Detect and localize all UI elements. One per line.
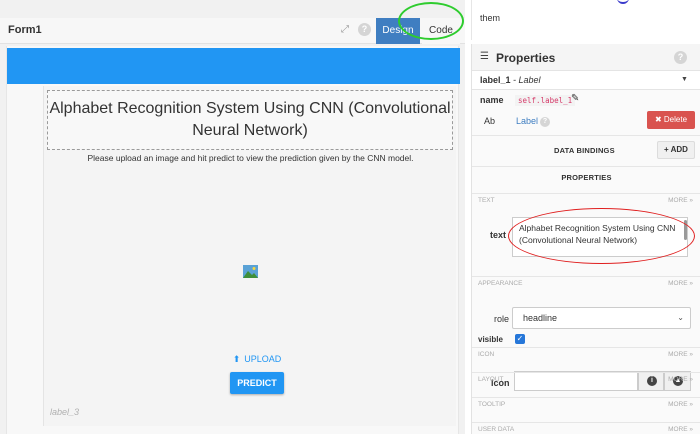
chevron-down-icon: ⌄ [677, 313, 684, 322]
role-select[interactable]: headline ⌄ [512, 307, 691, 329]
delete-button[interactable]: ✖ Delete [647, 111, 695, 129]
visible-label: visible [478, 335, 503, 344]
red-annotation-circle [508, 208, 695, 264]
properties-title: Properties [496, 51, 556, 65]
top-strip: them [471, 0, 700, 40]
name-label: name [480, 95, 504, 105]
form-header: Form1 ⤢ ? Design Code [0, 18, 465, 44]
properties-heading: PROPERTIES [472, 166, 700, 188]
upload-label: UPLOAD [244, 354, 282, 364]
headline-text: Alphabet Recognition System Using CNN (C… [49, 100, 451, 139]
headline-label-box[interactable]: Alphabet Recognition System Using CNN (C… [47, 90, 453, 150]
blue-annotation-mark [617, 0, 629, 4]
section-appearance[interactable]: APPEARANCE MORE » [472, 276, 700, 290]
chevron-down-icon: ▼ [681, 76, 688, 83]
properties-panel: ☰ Properties ? label_1 - Label ▼ name se… [471, 44, 700, 434]
help-icon[interactable]: ? [358, 23, 371, 36]
name-value[interactable]: self.label_1 [515, 95, 576, 106]
image-placeholder-icon[interactable] [243, 265, 258, 278]
role-value: headline [523, 313, 558, 323]
more-link[interactable]: MORE » [668, 197, 693, 204]
predict-button[interactable]: PREDICT [230, 372, 284, 394]
form-designer: Form1 ⤢ ? Design Code Alphabet Recogniti… [0, 0, 465, 434]
top-strip-text: them [480, 13, 501, 23]
form-title: Form1 [8, 24, 42, 36]
app-header-bar[interactable] [7, 48, 460, 84]
role-label: role [494, 314, 510, 324]
pencil-icon[interactable]: ✎ [571, 93, 579, 104]
text-field-label: text [490, 230, 507, 240]
properties-help-icon[interactable]: ? [674, 51, 687, 64]
section-tooltip[interactable]: TOOLTIP MORE » [472, 397, 700, 411]
component-type-icon: Ab [484, 116, 496, 126]
instruction-text[interactable]: Please upload an image and hit predict t… [44, 153, 457, 163]
section-icon[interactable]: ICON MORE » [472, 347, 700, 361]
section-layout[interactable]: LAYOUT MORE » [472, 372, 700, 386]
form-canvas: Alphabet Recognition System Using CNN (C… [6, 46, 460, 434]
label-help-icon[interactable]: ? [540, 117, 550, 127]
more-link[interactable]: MORE » [668, 280, 693, 287]
properties-header: ☰ Properties ? [472, 44, 700, 70]
upload-icon: ⬆ [232, 354, 241, 364]
sliders-icon: ☰ [480, 51, 489, 62]
more-link[interactable]: MORE » [668, 376, 693, 383]
upload-button[interactable]: ⬆ UPLOAD [227, 352, 287, 366]
component-name: label_1 - Label [480, 75, 541, 85]
add-binding-button[interactable]: + ADD [657, 141, 695, 159]
more-link[interactable]: MORE » [668, 351, 693, 358]
data-bindings-row: DATA BINDINGS + ADD [472, 135, 700, 163]
section-text[interactable]: TEXT MORE » [472, 193, 700, 207]
more-link[interactable]: MORE » [668, 426, 693, 433]
label-doc-link[interactable]: Label [516, 116, 538, 126]
content-column[interactable]: Alphabet Recognition System Using CNN (C… [43, 86, 456, 426]
component-selector[interactable]: label_1 - Label ▼ [472, 70, 700, 90]
green-annotation-circle [398, 2, 464, 40]
more-link[interactable]: MORE » [668, 401, 693, 408]
visible-checkbox[interactable]: ✓ [515, 334, 525, 344]
label-3[interactable]: label_3 [50, 407, 79, 417]
expand-icon[interactable]: ⤢ [341, 24, 353, 36]
data-bindings-label: DATA BINDINGS [554, 146, 615, 155]
